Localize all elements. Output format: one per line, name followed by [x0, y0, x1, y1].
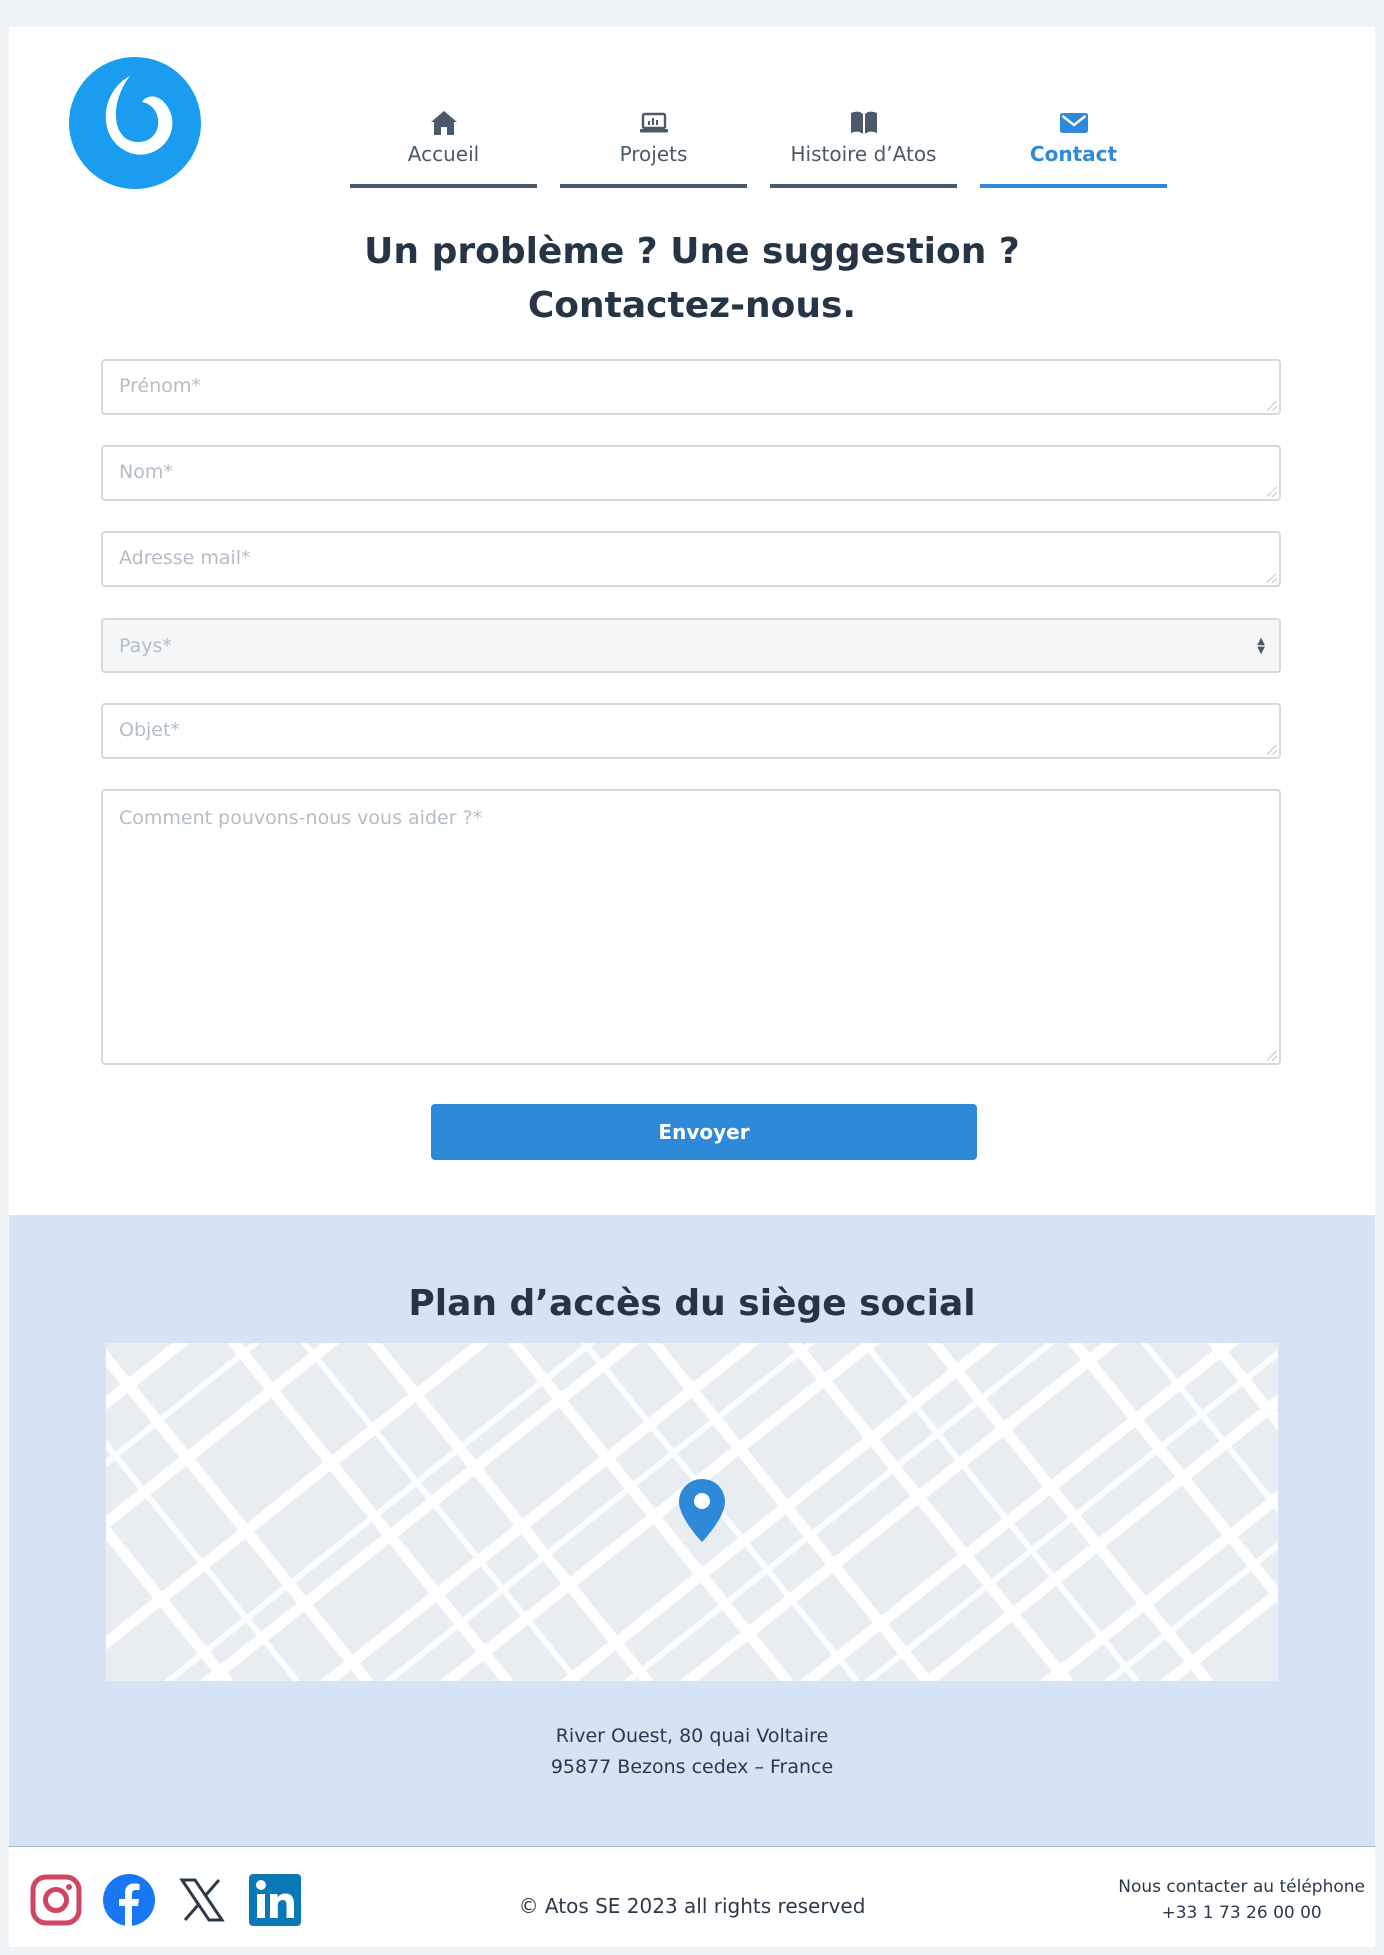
- lastname-field-wrapper: [101, 445, 1281, 501]
- page-title-line1: Un problème ? Une suggestion ?: [364, 231, 1020, 272]
- nav-label: Accueil: [407, 142, 480, 166]
- map-section: Plan d’accès du siège social River Ouest…: [9, 1215, 1375, 1847]
- subject-field[interactable]: [103, 705, 1279, 757]
- address: River Ouest, 80 quai Voltaire 95877 Bezo…: [9, 1721, 1375, 1783]
- main-nav: Accueil Projets Histoire d’Atos Contact: [350, 82, 1167, 188]
- map-title: Plan d’accès du siège social: [408, 1283, 976, 1324]
- resize-handle-icon[interactable]: [1267, 401, 1277, 411]
- firstname-field-wrapper: [101, 359, 1281, 415]
- address-line2: 95877 Bezons cedex – France: [550, 1756, 834, 1778]
- home-icon: [430, 110, 458, 136]
- page-title-line2: Contactez-nous.: [527, 285, 857, 326]
- country-select[interactable]: Pays* ▲ ▼: [101, 618, 1281, 673]
- send-button[interactable]: Envoyer: [431, 1104, 977, 1160]
- nav-label: Contact: [1029, 142, 1118, 166]
- phone-label: Nous contacter au téléphone: [1118, 1877, 1365, 1897]
- resize-handle-icon[interactable]: [1267, 745, 1277, 755]
- map-pin-icon[interactable]: [677, 1478, 727, 1544]
- country-select-placeholder: Pays*: [119, 634, 172, 657]
- nav-item-contact[interactable]: Contact: [980, 82, 1167, 188]
- email-field[interactable]: [103, 533, 1279, 585]
- lastname-field[interactable]: [103, 447, 1279, 499]
- laptop-chart-icon: [639, 110, 668, 136]
- footer: © Atos SE 2023 all rights reserved Nous …: [9, 1848, 1375, 1947]
- envelope-icon: [1059, 110, 1089, 136]
- select-arrows-icon: ▲ ▼: [1257, 635, 1265, 656]
- firstname-field[interactable]: [103, 361, 1279, 413]
- nav-label: Projets: [619, 142, 688, 166]
- resize-handle-icon[interactable]: [1267, 573, 1277, 583]
- email-field-wrapper: [101, 531, 1281, 587]
- map[interactable]: [106, 1343, 1278, 1681]
- address-line1: River Ouest, 80 quai Voltaire: [555, 1725, 829, 1747]
- phone-number[interactable]: +33 1 73 26 00 00: [1162, 1903, 1322, 1923]
- book-icon: [849, 110, 879, 136]
- resize-handle-icon[interactable]: [1267, 487, 1277, 497]
- message-field[interactable]: [103, 791, 1279, 1063]
- nav-item-accueil[interactable]: Accueil: [350, 82, 537, 188]
- message-field-wrapper: [101, 789, 1281, 1065]
- resize-handle-icon[interactable]: [1267, 1051, 1277, 1061]
- phone-contact: Nous contacter au téléphone +33 1 73 26 …: [1118, 1874, 1365, 1926]
- atos-logo[interactable]: [68, 56, 202, 190]
- page-title: Un problème ? Une suggestion ? Contactez…: [9, 225, 1375, 333]
- nav-label: Histoire d’Atos: [790, 142, 937, 166]
- nav-item-projets[interactable]: Projets: [560, 82, 747, 188]
- page: Accueil Projets Histoire d’Atos Contact …: [9, 27, 1375, 1947]
- subject-field-wrapper: [101, 703, 1281, 759]
- nav-item-histoire[interactable]: Histoire d’Atos: [770, 82, 957, 188]
